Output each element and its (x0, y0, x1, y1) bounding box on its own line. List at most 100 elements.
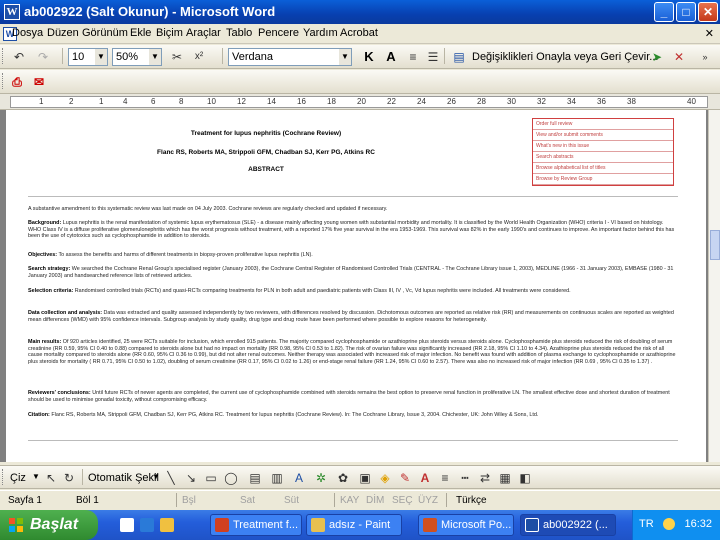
menu-format[interactable]: Biçim (156, 27, 183, 39)
vertical-text-box-icon[interactable]: ▥ (268, 469, 286, 487)
media-icon[interactable] (160, 518, 174, 532)
undo-icon[interactable]: ↶ (10, 48, 28, 66)
shadow-style-icon[interactable]: ▦ (496, 469, 514, 487)
ruler-tick: 8 (179, 97, 184, 106)
section-background: Background: Lupus nephritis is the renal… (28, 220, 675, 240)
status-divider (446, 493, 447, 507)
task-button[interactable]: Microsoft Po... (418, 514, 514, 536)
convert-and-email-pdf-icon[interactable]: ✉ (30, 73, 48, 91)
oval-icon[interactable]: ◯ (222, 469, 240, 487)
free-rotate-icon[interactable]: ↻ (60, 469, 78, 487)
close-document-button[interactable]: ✕ (705, 27, 714, 40)
zoom-select[interactable]: 50% ▼ (112, 48, 162, 66)
next-change-icon[interactable]: ➤ (648, 48, 666, 66)
line-icon[interactable]: ╲ (162, 469, 180, 487)
task-button[interactable]: adsız - Paint (306, 514, 402, 536)
superscript-icon[interactable]: x² (190, 48, 208, 66)
autoshapes-menu-button[interactable]: Otomatik Şekil (88, 472, 159, 484)
chevron-down-icon[interactable]: ▼ (95, 49, 107, 65)
menu-tools[interactable]: Araçlar (186, 27, 221, 39)
status-record[interactable]: KAY (340, 495, 359, 506)
font-color-button[interactable]: A (382, 48, 400, 66)
bold-button[interactable]: K (360, 48, 378, 66)
status-line: Sat (240, 495, 256, 506)
select-objects-icon[interactable]: ↖ (42, 469, 60, 487)
clip-art-icon[interactable]: ✿ (334, 469, 352, 487)
line-color-icon[interactable]: ✎ (396, 469, 414, 487)
3d-style-icon[interactable]: ◧ (516, 469, 534, 487)
ruler-tick: 40 (687, 97, 696, 106)
section-conclusions: Reviewers' conclusions: Until future RCT… (28, 390, 670, 403)
fill-color-icon[interactable]: ◈ (376, 469, 394, 487)
start-button[interactable]: Başlat (0, 510, 98, 540)
status-extend[interactable]: SEÇ (392, 495, 413, 506)
convert-to-pdf-icon[interactable]: ⎙ (8, 73, 26, 91)
menu-window[interactable]: Pencere (258, 27, 299, 39)
toolbar-grip[interactable] (2, 469, 5, 485)
amendment-note: A substantive amendment to this systemat… (28, 206, 388, 212)
ruler-tick: 6 (151, 97, 156, 106)
close-button[interactable]: ✕ (698, 2, 718, 22)
nav-link[interactable]: Search abstracts (533, 152, 673, 163)
wordart-icon[interactable]: A (290, 469, 308, 487)
menu-edit[interactable]: Düzen (47, 27, 79, 39)
draw-menu-button[interactable]: Çiz (10, 472, 26, 484)
chevron-down-icon[interactable]: ▼ (339, 49, 351, 65)
font-color-icon[interactable]: A (416, 469, 434, 487)
status-overtype[interactable]: ÜYZ (418, 495, 438, 506)
language-indicator[interactable]: TR (639, 518, 654, 530)
insert-picture-icon[interactable]: ▣ (356, 469, 374, 487)
text-box-icon[interactable]: ▤ (246, 469, 264, 487)
dash-style-icon[interactable]: ┅ (456, 469, 474, 487)
cut-icon[interactable]: ✂ (168, 48, 186, 66)
task-button[interactable]: Treatment f... (210, 514, 302, 536)
menu-file[interactable]: Dosya (12, 27, 43, 39)
divider (28, 440, 678, 441)
align-left-icon[interactable]: ≡ (404, 48, 422, 66)
chevron-down-icon[interactable]: ▼ (32, 472, 40, 481)
speaker-icon[interactable] (663, 518, 675, 530)
vertical-scrollbar[interactable] (708, 110, 720, 462)
nav-link[interactable]: What's new in this issue (533, 141, 673, 152)
chevron-down-icon[interactable]: ▼ (149, 49, 161, 65)
show-desktop-icon[interactable] (120, 518, 134, 532)
track-changes-icon[interactable]: ▤ (450, 48, 468, 66)
redo-icon[interactable]: ↷ (34, 48, 52, 66)
task-label: ab002922 (... (543, 519, 608, 531)
toolbar-options-icon[interactable]: » (696, 48, 714, 66)
word-app-icon[interactable]: W (4, 4, 20, 20)
maximize-button[interactable]: □ (676, 2, 696, 22)
menu-help[interactable]: Yardım (303, 27, 338, 39)
chevron-down-icon[interactable]: ▼ (152, 472, 160, 481)
menu-table[interactable]: Tablo (226, 27, 252, 39)
toolbar-grip[interactable] (2, 73, 5, 89)
minimize-button[interactable]: _ (654, 2, 674, 22)
task-button-active[interactable]: ab002922 (... (520, 514, 616, 536)
track-changes-label[interactable]: Değişiklikleri Onayla veya Geri Çevir... (472, 51, 658, 63)
menu-insert[interactable]: Ekle (130, 27, 151, 39)
scrollbar-thumb[interactable] (710, 230, 720, 260)
nav-link[interactable]: Browse by Review Group (533, 174, 673, 185)
reject-change-icon[interactable]: ✕ (670, 48, 688, 66)
document-area[interactable]: Order full review View and/or submit com… (0, 110, 708, 462)
arrow-icon[interactable]: ↘ (182, 469, 200, 487)
status-track[interactable]: DİM (366, 495, 384, 506)
font-size-select[interactable]: 10 ▼ (68, 48, 108, 66)
nav-link[interactable]: View and/or submit comments (533, 130, 673, 141)
ruler-tick: 26 (447, 97, 456, 106)
menu-view[interactable]: Görünüm (82, 27, 128, 39)
browser-icon[interactable] (140, 518, 154, 532)
diagram-icon[interactable]: ✲ (312, 469, 330, 487)
nav-link[interactable]: Browse alphabetical list of titles (533, 163, 673, 174)
line-style-icon[interactable]: ≡ (436, 469, 454, 487)
font-name-select[interactable]: Verdana ▼ (228, 48, 352, 66)
nav-link[interactable]: Order full review (533, 119, 673, 130)
task-label: adsız - Paint (329, 519, 391, 531)
rectangle-icon[interactable]: ▭ (202, 469, 220, 487)
document-page[interactable]: Order full review View and/or submit com… (6, 110, 706, 462)
arrow-style-icon[interactable]: ⇄ (476, 469, 494, 487)
align-justify-icon[interactable]: ☰ (424, 48, 442, 66)
horizontal-ruler[interactable]: 1 2 1 4 6 8 10 12 14 16 18 20 22 24 26 2… (0, 94, 720, 110)
toolbar-grip[interactable] (2, 48, 5, 64)
menu-acrobat[interactable]: Acrobat (340, 27, 378, 39)
